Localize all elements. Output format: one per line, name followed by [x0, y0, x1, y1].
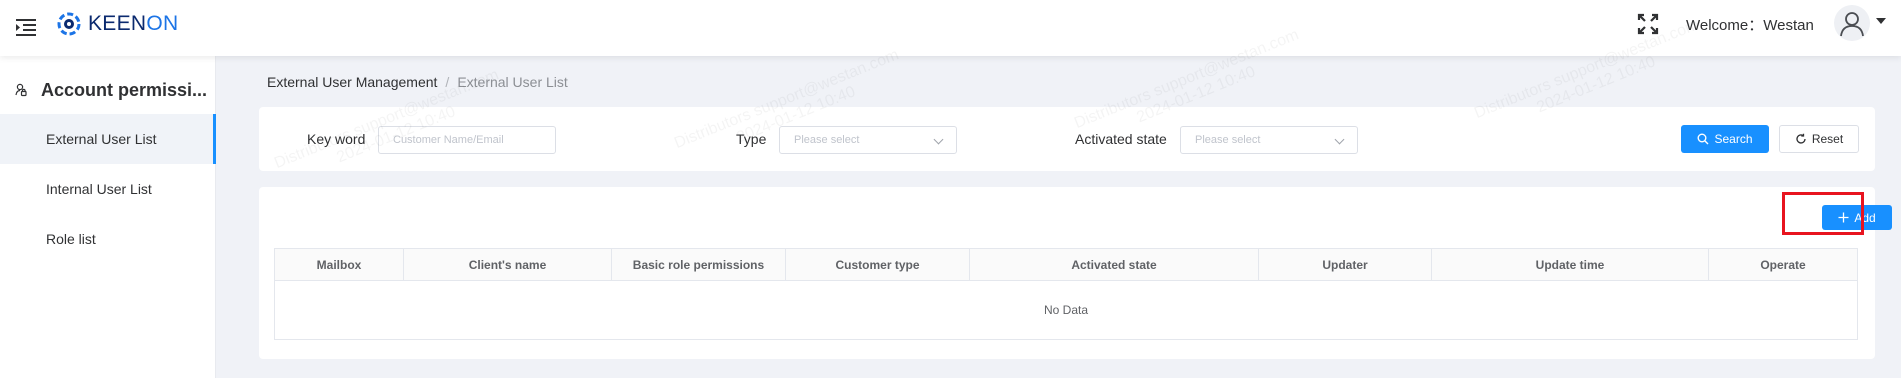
keyword-input[interactable]: Customer Name/Email [378, 126, 556, 154]
search-button-label: Search [1714, 132, 1753, 146]
column-header: Customer type [786, 249, 970, 281]
table-empty-row: No Data [275, 281, 1857, 339]
column-header: Activated state [970, 249, 1259, 281]
user-table: Mailbox Client's name Basic role permiss… [274, 248, 1858, 340]
column-header: Updater [1259, 249, 1432, 281]
activated-state-select[interactable]: Please select [1180, 126, 1358, 154]
keenon-logo-icon [57, 12, 81, 36]
breadcrumb-separator: / [445, 74, 450, 90]
sidebar-item-internal-user-list[interactable]: Internal User List [0, 164, 216, 214]
fullscreen-icon[interactable] [1636, 12, 1660, 36]
breadcrumb: External User Management / External User L… [267, 74, 568, 90]
reset-button-label: Reset [1811, 132, 1844, 146]
keenon-logo[interactable]: KEENON [56, 10, 179, 38]
menu-toggle-icon[interactable] [14, 15, 38, 39]
column-header: Basic role permissions [612, 249, 786, 281]
reset-button[interactable]: Reset [1779, 125, 1859, 153]
type-select[interactable]: Please select [779, 126, 957, 154]
activated-state-placeholder: Please select [1195, 134, 1261, 146]
column-header: Operate [1760, 258, 1806, 272]
search-icon [1697, 133, 1709, 145]
filter-panel: Key word Customer Name/Email Type Please… [259, 107, 1875, 171]
logo-text: KEENON [88, 12, 179, 35]
top-bar: KEENON Welcome：Westan [0, 0, 1901, 56]
add-button-highlight [1782, 192, 1864, 235]
sidebar-section-title: Account permissi... [41, 79, 208, 100]
keyword-placeholder: Customer Name/Email [393, 134, 504, 146]
avatar[interactable] [1834, 5, 1870, 41]
sidebar-item-external-user-list[interactable]: External User List [0, 114, 216, 164]
sidebar: Account permissi... External User List I… [0, 56, 216, 378]
breadcrumb-parent[interactable]: External User Management [267, 74, 437, 90]
breadcrumb-current: External User List [457, 74, 568, 90]
empty-text: No Data [1043, 303, 1089, 317]
table-header: Mailbox Client's name Basic role permiss… [275, 249, 1857, 281]
user-lock-icon [15, 83, 27, 97]
type-select-placeholder: Please select [794, 134, 860, 146]
column-header: Update time [1432, 249, 1709, 281]
keyword-label: Key word [307, 131, 366, 147]
chevron-down-icon [1334, 134, 1345, 145]
search-button[interactable]: Search [1681, 125, 1769, 153]
chevron-down-icon [933, 134, 944, 145]
user-icon [1840, 12, 1864, 37]
type-label: Type [736, 131, 767, 147]
user-menu-caret-icon[interactable] [1876, 18, 1886, 24]
activated-state-label: Activated state [1075, 131, 1167, 147]
refresh-icon [1796, 133, 1806, 144]
sidebar-section-account-permissions[interactable]: Account permissi... [0, 72, 216, 108]
column-header: Mailbox [275, 249, 404, 281]
table-panel: Add Mailbox Client's name Basic role per… [259, 187, 1892, 359]
welcome-text: Welcome：Westan [1686, 17, 1814, 34]
sidebar-item-role-list[interactable]: Role list [0, 214, 216, 264]
column-header: Client's name [404, 249, 612, 281]
